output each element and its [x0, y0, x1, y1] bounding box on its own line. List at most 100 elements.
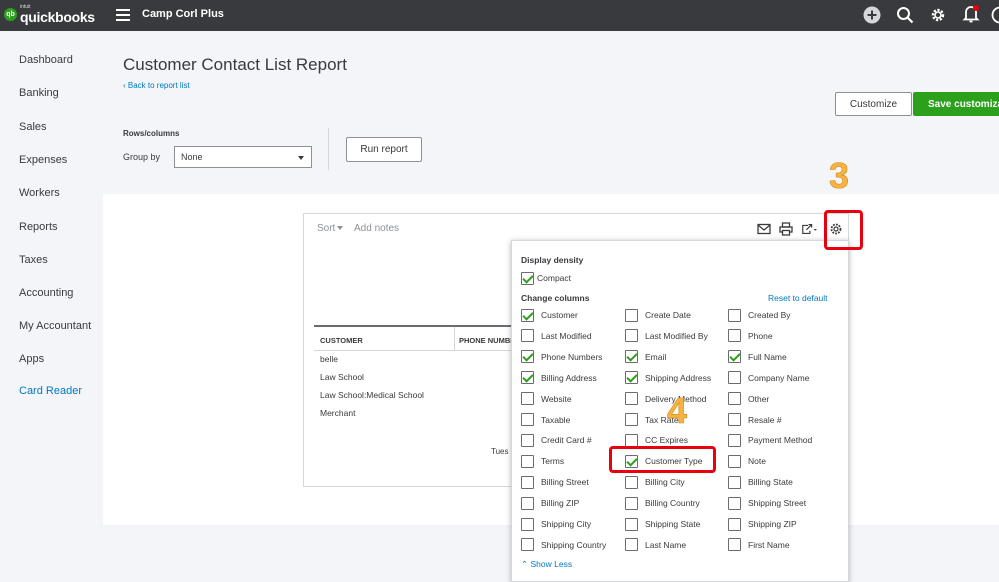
checkbox[interactable] [625, 392, 638, 406]
checkbox[interactable] [625, 433, 638, 447]
checkbox[interactable] [521, 496, 534, 510]
add-notes-link[interactable]: Add notes [354, 223, 399, 234]
checkbox[interactable] [521, 454, 534, 468]
sidebar-item-expenses[interactable]: Expenses [19, 154, 67, 166]
column-option-full-name[interactable]: Full Name [728, 350, 787, 364]
column-option-created-by[interactable]: Created By [728, 308, 791, 322]
column-option-company-name[interactable]: Company Name [728, 371, 809, 385]
column-option-billing-city[interactable]: Billing City [625, 475, 685, 489]
gear-icon[interactable] [928, 5, 948, 25]
plus-icon[interactable] [862, 5, 882, 25]
quickbooks-logo[interactable]: qb intuit quickbooks [4, 5, 95, 24]
column-header-customer[interactable]: CUSTOMER [320, 336, 363, 345]
column-option-billing-street[interactable]: Billing Street [521, 475, 589, 489]
column-option-terms[interactable]: Terms [521, 454, 564, 468]
checkbox[interactable] [728, 371, 741, 385]
checkbox[interactable] [728, 496, 741, 510]
print-icon[interactable] [778, 221, 794, 237]
run-report-button[interactable]: Run report [346, 137, 422, 162]
column-option-customer[interactable]: Customer [521, 308, 578, 322]
sidebar-item-dashboard[interactable]: Dashboard [19, 54, 73, 66]
table-row[interactable]: Law School:Medical School [320, 390, 424, 400]
column-option-resale[interactable]: Resale # [728, 413, 782, 427]
customize-button[interactable]: Customize [835, 92, 912, 116]
email-icon[interactable] [756, 221, 772, 237]
checkbox[interactable] [728, 433, 741, 447]
export-icon[interactable] [801, 221, 817, 237]
sidebar-item-card-reader[interactable]: Card Reader [19, 385, 82, 397]
column-option-phone[interactable]: Phone [728, 329, 773, 343]
column-option-taxable[interactable]: Taxable [521, 413, 570, 427]
sidebar-item-reports[interactable]: Reports [19, 221, 58, 233]
bell-icon[interactable] [961, 4, 981, 24]
checkbox[interactable] [728, 392, 741, 406]
column-header-phone[interactable]: PHONE NUMBE [459, 336, 515, 345]
checkbox[interactable] [521, 475, 534, 489]
checkbox[interactable] [521, 271, 534, 285]
column-option-shipping-street[interactable]: Shipping Street [728, 496, 806, 510]
checkbox[interactable] [521, 329, 534, 343]
checkbox[interactable] [728, 454, 741, 468]
checkbox[interactable] [625, 350, 638, 364]
show-less-link[interactable]: ⌃ Show Less [521, 559, 572, 570]
checkbox[interactable] [625, 538, 638, 552]
column-option-create-date[interactable]: Create Date [625, 308, 691, 322]
column-option-credit-card[interactable]: Credit Card # [521, 433, 592, 447]
checkbox[interactable] [728, 308, 741, 322]
checkbox[interactable] [625, 329, 638, 343]
sidebar-item-workers[interactable]: Workers [19, 187, 60, 199]
column-option-first-name[interactable]: First Name [728, 538, 790, 552]
checkbox[interactable] [521, 308, 534, 322]
column-option-last-name[interactable]: Last Name [625, 538, 686, 552]
checkbox[interactable] [521, 538, 534, 552]
sidebar-item-apps[interactable]: Apps [19, 353, 44, 365]
column-option-shipping-address[interactable]: Shipping Address [625, 371, 711, 385]
checkbox[interactable] [728, 538, 741, 552]
checkbox[interactable] [728, 329, 741, 343]
column-option-shipping-zip[interactable]: Shipping ZIP [728, 517, 797, 531]
checkbox[interactable] [521, 517, 534, 531]
column-option-phone-numbers[interactable]: Phone Numbers [521, 350, 602, 364]
sidebar-item-banking[interactable]: Banking [19, 87, 59, 99]
column-option-last-modified-by[interactable]: Last Modified By [625, 329, 708, 343]
checkbox[interactable] [728, 475, 741, 489]
checkbox[interactable] [521, 433, 534, 447]
checkbox[interactable] [625, 413, 638, 426]
checkbox[interactable] [625, 308, 638, 322]
column-option-payment-method[interactable]: Payment Method [728, 433, 812, 447]
sidebar-item-my-accountant[interactable]: My Accountant [19, 320, 91, 332]
back-to-report-list-link[interactable]: ‹ Back to report list [123, 81, 190, 90]
help-icon[interactable] [990, 5, 999, 25]
sort-dropdown[interactable]: Sort [317, 223, 344, 234]
reset-to-default-link[interactable]: Reset to default [768, 293, 828, 303]
checkbox[interactable] [521, 371, 534, 385]
group-by-select[interactable]: None [174, 146, 312, 168]
sidebar-item-accounting[interactable]: Accounting [19, 287, 73, 299]
column-option-other[interactable]: Other [728, 392, 769, 406]
checkbox[interactable] [728, 350, 741, 364]
column-option-last-modified[interactable]: Last Modified [521, 329, 592, 343]
sidebar-item-taxes[interactable]: Taxes [19, 254, 48, 266]
column-option-shipping-state[interactable]: Shipping State [625, 517, 700, 531]
checkbox[interactable] [728, 413, 741, 426]
checkbox[interactable] [625, 475, 638, 489]
column-option-email[interactable]: Email [625, 350, 666, 364]
table-row[interactable]: Law School [320, 372, 364, 382]
search-icon[interactable] [895, 5, 915, 25]
checkbox[interactable] [625, 371, 638, 385]
column-option-shipping-country[interactable]: Shipping Country [521, 538, 606, 552]
checkbox[interactable] [625, 517, 638, 531]
table-row[interactable]: belle [320, 354, 338, 364]
checkbox[interactable] [521, 350, 534, 364]
table-row[interactable]: Merchant [320, 408, 355, 418]
hamburger-menu-icon[interactable] [116, 9, 130, 21]
column-option-website[interactable]: Website [521, 392, 572, 406]
column-option-note[interactable]: Note [728, 454, 766, 468]
column-option-billing-address[interactable]: Billing Address [521, 371, 597, 385]
column-option-billing-country[interactable]: Billing Country [625, 496, 700, 510]
column-option-delivery-method[interactable]: Delivery Method [625, 392, 706, 406]
sidebar-item-sales[interactable]: Sales [19, 121, 47, 133]
save-customization-button[interactable]: Save customizati [913, 92, 999, 116]
column-option-billing-state[interactable]: Billing State [728, 475, 793, 489]
checkbox[interactable] [625, 496, 638, 510]
